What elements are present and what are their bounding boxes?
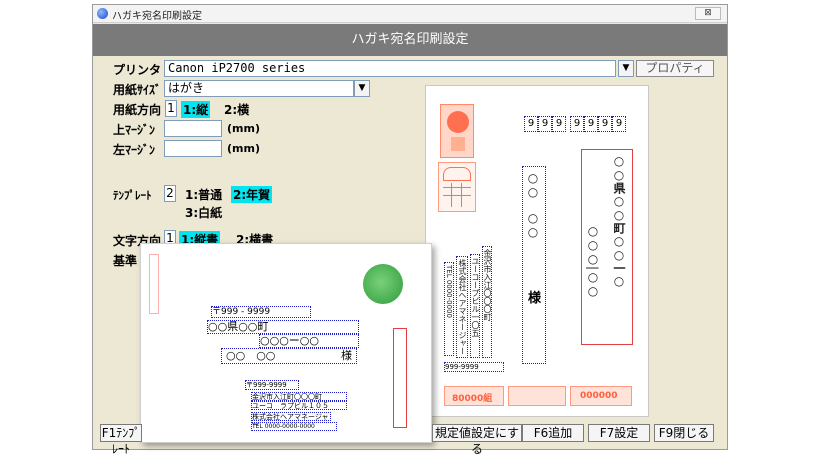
stamp-image [440, 104, 474, 158]
overlay-postal: 〒999 - 9999 [211, 306, 311, 318]
postal-digit: 9 [524, 116, 538, 132]
company-text: 株式会社ヘアマネージャー [458, 259, 467, 355]
overlay-address1: ○○県○○町 [207, 320, 359, 334]
overlay-preview: 〒999 - 9999 ○○県○○町 ○○○ー○○ ○○ ○○ 様 〒999-9… [140, 243, 432, 443]
header-band: ハガキ宛名印刷設定 [93, 24, 727, 56]
orientation-option-portrait[interactable]: 1:縦 [181, 101, 211, 118]
sender-address-box: 金沢市入江〇〇〇町 [482, 246, 492, 358]
template-label: ﾃﾝﾌﾟﾚｰﾄ [113, 189, 152, 202]
postal-digit: 9 [570, 116, 584, 132]
postal-digit: 9 [552, 116, 566, 132]
paper-size-dropdown-button[interactable]: ▼ [354, 80, 370, 97]
company-box: 株式会社ヘアマネージャー [456, 256, 468, 358]
overlay-red-grid [149, 254, 159, 314]
left-margin-input[interactable] [164, 140, 222, 157]
window-title: ハガキ宛名印刷設定 [112, 11, 202, 22]
lottery-image [508, 386, 566, 406]
left-margin-unit: (mm) [227, 142, 260, 155]
template-option-normal[interactable]: 1:普通 [185, 186, 222, 203]
printer-select[interactable]: Canon iP2700 series [164, 60, 616, 77]
sender-building-text: ユーコープビル一〇五 [471, 257, 480, 337]
postcard-preview: 9 9 9 9 9 9 9 ○○県○○町○○一○ ○○○|○○ ○○ ○○ 様 … [425, 85, 649, 417]
postal-digit: 9 [584, 116, 598, 132]
recipient-name-box: ○○ ○○ 様 [522, 166, 546, 364]
overlay-stamp-image [363, 264, 403, 304]
orientation-input[interactable]: 1 [165, 100, 177, 117]
overlay-tel: TEL 0000-0000-0000 [251, 422, 337, 431]
template-option-newyear[interactable]: 2:年賀 [231, 186, 273, 203]
properties-button[interactable]: プロパティ [636, 60, 714, 77]
overlay-recipient-name: ○○ ○○ [226, 349, 276, 362]
newyear-mark [438, 162, 476, 212]
base-label: 基準 [113, 254, 138, 268]
f5-reset-default-button[interactable]: 規定値設定にする [432, 424, 522, 456]
template-input[interactable]: 2 [164, 185, 176, 202]
printer-dropdown-button[interactable]: ▼ [618, 60, 634, 77]
left-margin-label: 左ﾏｰｼﾞﾝ [113, 143, 156, 157]
app-icon [97, 8, 108, 19]
postal-digit: 9 [538, 116, 552, 132]
lottery-right-text: 000000 [580, 391, 618, 401]
top-margin-unit: (mm) [227, 122, 260, 135]
template-option-blank[interactable]: 3:白紙 [185, 204, 222, 221]
overlay-red-box [393, 328, 407, 428]
recipient-address-line2: ○○○|○○ [586, 224, 600, 299]
top-margin-label: 上ﾏｰｼﾞﾝ [113, 123, 156, 137]
top-margin-input[interactable] [164, 120, 222, 137]
recipient-address-box: ○○県○○町○○一○ ○○○|○○ [581, 149, 633, 345]
close-button[interactable]: ⊠ [695, 7, 721, 20]
postal-digit: 9 [612, 116, 626, 132]
sender-address-text: 金沢市入江〇〇〇町 [483, 249, 492, 321]
f7-settings-button[interactable]: F7設定 [588, 424, 650, 442]
f9-close-button[interactable]: F9閉じる [654, 424, 714, 442]
overlay-sender-postal: 〒999-9999 [245, 380, 299, 390]
f6-add-button[interactable]: F6追加 [522, 424, 584, 442]
overlay-address2: ○○○ー○○ [259, 334, 359, 348]
overlay-sender-address: 金沢市入江町〇〇〇町 [251, 392, 347, 401]
sender-building-box: ユーコープビル一〇五 [470, 254, 480, 358]
sender-postal-box: 999-9999 [444, 362, 504, 372]
f1-template-button[interactable]: F1ﾃﾝﾌﾟﾚｰﾄ [100, 424, 142, 456]
title-bar: ハガキ宛名印刷設定 ⊠ [93, 5, 727, 23]
tel-box: TEL 0000-0000 [444, 262, 454, 356]
paper-size-select[interactable]: はがき [164, 80, 354, 97]
honorific-text: 様 [528, 291, 542, 306]
lottery-left-text: 80000組 [452, 394, 493, 404]
overlay-company: 株式会社ヘアマネージャー [251, 412, 331, 429]
postal-digit: 9 [598, 116, 612, 132]
overlay-honorific: 様 [341, 349, 352, 362]
recipient-name-text: ○○ ○○ [526, 171, 540, 239]
orientation-label: 用紙方向 [113, 103, 162, 117]
paper-size-label: 用紙ｻｲｽﾞ [113, 83, 162, 97]
printer-label: プリンタ [113, 63, 162, 77]
recipient-address-text: ○○県○○町○○一○ [612, 154, 626, 288]
orientation-option-landscape[interactable]: 2:横 [224, 101, 249, 118]
overlay-sender-building: ユーコ ラプビル１０５ [251, 401, 347, 410]
tel-text: TEL 0000-0000 [445, 265, 453, 318]
overlay-recipient: ○○ ○○ 様 [221, 348, 357, 364]
